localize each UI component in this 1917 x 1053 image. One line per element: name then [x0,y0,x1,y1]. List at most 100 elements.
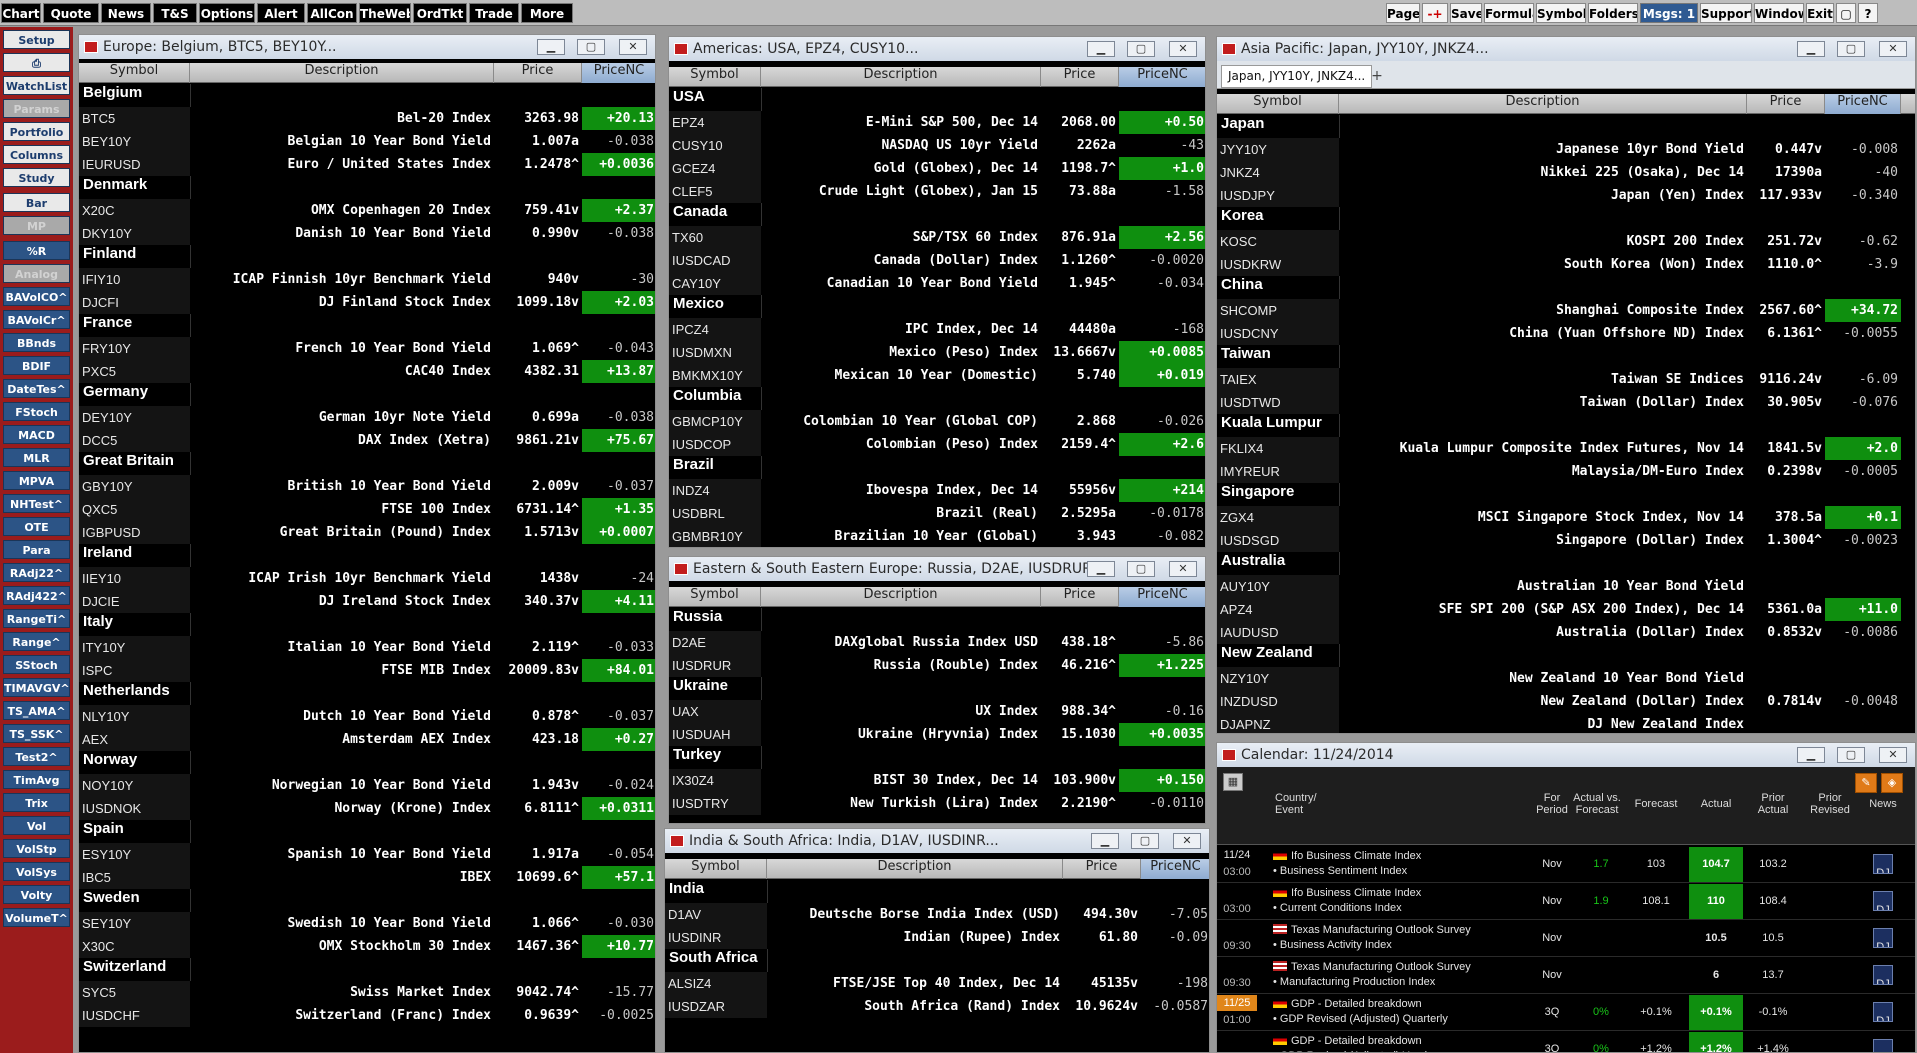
calendar-row[interactable]: 03:00 Ifo Business Climate Index • Current… [1217,883,1915,920]
symbol-cell[interactable]: NOY10Y [79,774,190,797]
minimize-icon[interactable]: ▁ [1087,41,1115,57]
symbol-cell[interactable]: GBY10Y [79,475,190,498]
symbol-cell[interactable]: IGBPUSD [79,521,190,544]
symbol-cell[interactable]: QXC5 [79,498,190,521]
quote-row[interactable]: SEY10Y Swedish 10 Year Bond Yield 1.066^ -0… [79,912,655,935]
toolbar-right-1-button[interactable]: -+ [1422,3,1448,23]
column-pricenc-header[interactable]: PriceNC [1141,859,1209,879]
column-description-header[interactable]: Description [1339,94,1747,114]
maximize-icon[interactable]: ▢ [1837,41,1865,57]
quote-row[interactable]: IGBPUSD Great Britain (Pound) Index 1.5713… [79,521,655,544]
symbol-cell[interactable]: SHCOMP [1217,299,1339,322]
calendar-col-forecast-header[interactable]: Forecast [1631,798,1681,811]
symbol-cell[interactable]: IAUDUSD [1217,621,1339,644]
toolbar-right-0-button[interactable]: Page [1386,3,1420,23]
quote-row[interactable]: IUSDNOK Norway (Krone) Index 6.8111^ +0.031… [79,797,655,820]
symbol-cell[interactable]: GCEZ4 [669,157,761,180]
calendar-row[interactable]: 09:30 Texas Manufacturing Outlook Survey •… [1217,920,1915,957]
sidebar-r-button[interactable]: %R [3,241,70,260]
symbol-cell[interactable]: TAIEX [1217,368,1339,391]
sidebar-fstoch-button[interactable]: FStoch [3,402,70,421]
symbol-cell[interactable]: ITY10Y [79,636,190,659]
symbol-cell[interactable]: ESY10Y [79,843,190,866]
calendar-icon[interactable]: ▦ [1223,773,1243,791]
sidebar-trix-button[interactable]: Trix [3,793,70,812]
quote-row[interactable]: TX60 S&P/TSX 60 Index 876.91a +2.56 [669,226,1205,249]
calendar-col-news-header[interactable]: News [1861,798,1905,811]
sidebar-mlr-button[interactable]: MLR [3,448,70,467]
symbol-cell[interactable]: BTC5 [79,107,190,130]
symbol-cell[interactable]: DJCIE [79,590,190,613]
quote-row[interactable]: AEX Amsterdam AEX Index 423.18 +0.27 [79,728,655,751]
quote-row[interactable]: ESY10Y Spanish 10 Year Bond Yield 1.917a -0… [79,843,655,866]
calendar-row[interactable]: 11/24 03:00 Ifo Business Climate Index • Bu… [1217,846,1915,883]
column-description-header[interactable]: Description [190,63,494,83]
toolbar-ordtkt-button[interactable]: OrdTkt [413,3,467,23]
news-dj-icon[interactable]: DJ [1873,1039,1893,1052]
quote-row[interactable]: IUSDTWD Taiwan (Dollar) Index 30.905v -0.07… [1217,391,1915,414]
quote-row[interactable]: IUSDKRW South Korea (Won) Index 1110.0^ -3.… [1217,253,1915,276]
quote-row[interactable]: SYC5 Swiss Market Index 9042.74^ -15.77 [79,981,655,1004]
column-description-header[interactable]: Description [767,859,1063,879]
add-tab-icon[interactable]: + [1369,67,1385,85]
symbol-cell[interactable]: KOSC [1217,230,1339,253]
event-name[interactable]: GDP - Detailed breakdown [1291,997,1531,1012]
close-icon[interactable]: ✕ [1173,833,1201,849]
quote-row[interactable]: NOY10Y Norwegian 10 Year Bond Yield 1.943v… [79,774,655,797]
sidebar-nhtest-button[interactable]: NHTest^ [3,494,70,513]
sidebar-volstp-button[interactable]: VolStp [3,839,70,858]
quote-row[interactable]: D2AE DAXglobal Russia Index USD 438.18^ -5.… [669,631,1205,654]
sidebar-mpva-button[interactable]: MPVA [3,471,70,490]
symbol-cell[interactable]: IUSDSGD [1217,529,1339,552]
toolbar-news-button[interactable]: News [101,3,151,23]
maximize-icon[interactable]: ▢ [1837,747,1865,763]
toolbar-chart-button[interactable]: Chart [1,3,41,23]
column-symbol-header[interactable]: Symbol [669,67,761,87]
column-description-header[interactable]: Description [761,587,1041,607]
column-price-header[interactable]: Price [494,63,582,83]
news-dj-icon[interactable]: DJ [1873,965,1893,985]
symbol-cell[interactable]: USDBRL [669,502,761,525]
calendar-row[interactable]: 11/25 01:00 GDP - Detailed breakdown • GDP … [1217,994,1915,1031]
event-name[interactable]: Ifo Business Climate Index [1291,849,1531,864]
sidebar-bavolcr-button[interactable]: BAVolCr^ [3,310,70,329]
quote-row[interactable]: QXC5 FTSE 100 Index 6731.14^ +1.35 [79,498,655,521]
quote-row[interactable]: CUSY10 NASDAQ US 10yr Yield 2262a -43 [669,134,1205,157]
americas-window-title[interactable]: Americas: USA, EPZ4, CUSY10... ▁ ▢ ✕ [669,37,1205,61]
quote-row[interactable]: AUY10Y Australian 10 Year Bond Yield [1217,575,1915,598]
quote-row[interactable]: KOSC KOSPI 200 Index 251.72v -0.62 [1217,230,1915,253]
column-symbol-header[interactable]: Symbol [1217,94,1339,114]
toolbar-right-8-button[interactable]: Window [1754,3,1804,23]
quote-row[interactable]: GBY10Y British 10 Year Bond Yield 2.009v -0… [79,475,655,498]
quote-row[interactable]: USDBRL Brazil (Real) 2.5295a -0.0178 [669,502,1205,525]
symbol-cell[interactable]: INDZ4 [669,479,761,502]
minimize-icon[interactable]: ▁ [1087,561,1115,577]
calendar-col-event-header[interactable]: Event [1275,804,1336,817]
maximize-icon[interactable]: ▢ [1131,833,1159,849]
sidebar-timavgv-button[interactable]: TIMAVGV^ [3,678,70,697]
event-name[interactable]: Texas Manufacturing Outlook Survey [1291,923,1531,938]
sidebar-vol-button[interactable]: Vol [3,816,70,835]
toolbar-theweb-button[interactable]: TheWeb [359,3,411,23]
toolbar-right-5-button[interactable]: Folders [1588,3,1638,23]
asia-window-title[interactable]: Asia Pacific: Japan, JYY10Y, JNKZ4... ▁ ▢… [1217,37,1915,61]
sidebar-sstoch-button[interactable]: SStoch [3,655,70,674]
toolbar-alert-button[interactable]: Alert [257,3,305,23]
quote-row[interactable]: ALSIZ4 FTSE/JSE Top 40 Index, Dec 14 45135… [665,972,1209,995]
symbol-cell[interactable]: IEURUSD [79,153,190,176]
symbol-cell[interactable]: X30C [79,935,190,958]
quote-row[interactable]: IUSDMXN Mexico (Peso) Index 13.6667v +0.008… [669,341,1205,364]
calendar-col-actual-header[interactable]: Actual [1691,798,1741,811]
quote-row[interactable]: IUSDCAD Canada (Dollar) Index 1.1260^ -0.00… [669,249,1205,272]
maximize-icon[interactable]: ▢ [1127,561,1155,577]
sidebar-macd-button[interactable]: MACD [3,425,70,444]
tab-japan[interactable]: Japan, JYY10Y, JNKZ4... [1221,65,1373,88]
sidebar-timavg-button[interactable]: TimAvg [3,770,70,789]
quote-row[interactable]: X20C OMX Copenhagen 20 Index 759.41v +2.37 [79,199,655,222]
sidebar-tsama-button[interactable]: TS_AMA^ [3,701,70,720]
column-symbol-header[interactable]: Symbol [79,63,190,83]
pencil-icon[interactable]: ✎ [1855,773,1877,793]
quote-row[interactable]: JYY10Y Japanese 10yr Bond Yield 0.447v -0.0… [1217,138,1915,161]
symbol-cell[interactable]: INZDUSD [1217,690,1339,713]
toolbar-right-4-button[interactable]: Symbols [1536,3,1586,23]
